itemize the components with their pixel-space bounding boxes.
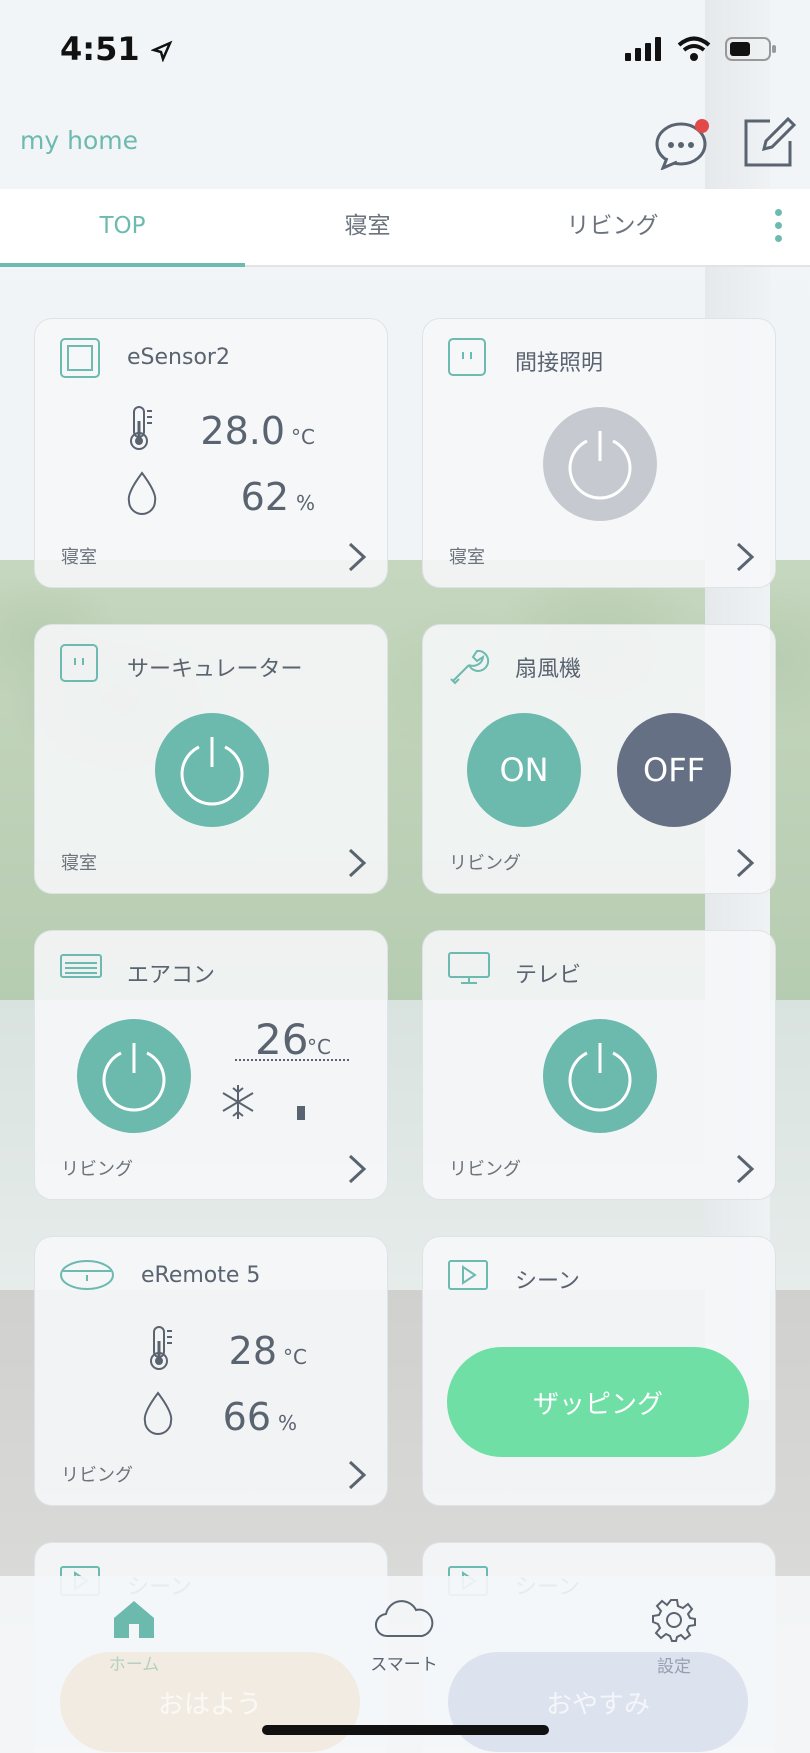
power-button[interactable] <box>155 713 269 827</box>
fan-off-button[interactable]: OFF <box>617 713 731 827</box>
location-arrow-icon <box>150 40 173 63</box>
card-title: エアコン <box>127 963 216 988</box>
chevron-right-icon[interactable] <box>347 1153 367 1185</box>
sensor-device-icon <box>60 338 100 378</box>
humidity-row: 66 % <box>141 1391 361 1441</box>
indirect-light-card[interactable]: 間接照明 寝室 <box>422 318 776 588</box>
power-icon <box>568 431 632 500</box>
status-bar-icons <box>625 36 777 62</box>
plug-icon <box>448 338 486 376</box>
edit-icon[interactable] <box>740 115 796 171</box>
gear-icon <box>652 1599 696 1642</box>
power-icon <box>180 737 244 806</box>
fan-card[interactable]: 扇風機 ON OFF リビング <box>422 624 776 894</box>
chevron-right-icon[interactable] <box>347 847 367 879</box>
fan-speed-indicator <box>297 1106 305 1120</box>
chevron-right-icon[interactable] <box>347 1459 367 1491</box>
humidity-value: 62 <box>240 475 289 519</box>
temperature-unit: °C <box>291 425 315 449</box>
wifi-icon <box>677 36 711 61</box>
humidity-unit: % <box>295 491 315 515</box>
card-room-label: リビング <box>449 853 521 874</box>
chevron-right-icon[interactable] <box>735 541 755 573</box>
card-title: サーキュレーター <box>127 657 303 682</box>
scene-good-morning-button[interactable]: おはよう <box>60 1652 360 1752</box>
power-icon <box>102 1043 166 1112</box>
home-name-title[interactable]: my home <box>20 126 138 155</box>
nav-smart-label: スマート <box>370 1655 438 1675</box>
fan-on-button[interactable]: ON <box>467 713 581 827</box>
power-icon <box>568 1043 632 1112</box>
card-title: テレビ <box>515 963 582 988</box>
card-title: シーン <box>515 1269 580 1294</box>
tv-icon <box>448 952 490 984</box>
water-drop-icon <box>143 1391 173 1435</box>
humidity-row: 62 % <box>125 471 345 521</box>
home-icon <box>114 1601 154 1638</box>
nav-smart[interactable]: スマート <box>344 1598 464 1675</box>
tab-top[interactable]: TOP <box>0 189 245 267</box>
scene-card: シーン ザッピング <box>422 1236 776 1506</box>
snowflake-icon <box>222 1085 254 1119</box>
room-tabs: TOP 寝室 リビング <box>0 189 810 267</box>
card-room-label: リビング <box>61 1159 133 1180</box>
tv-card[interactable]: テレビ リビング <box>422 930 776 1200</box>
air-conditioner-icon <box>60 954 102 978</box>
scene-good-night-button[interactable]: おやすみ <box>448 1652 748 1752</box>
card-title: 間接照明 <box>515 351 604 376</box>
thermometer-icon <box>150 1326 172 1370</box>
temperature-row: 28.0 °C <box>125 405 345 455</box>
temperature-row: 28 °C <box>145 1325 365 1375</box>
esensor-card[interactable]: eSensor2 28.0 °C 62 % 寝室 <box>34 318 388 588</box>
power-button[interactable] <box>77 1019 191 1133</box>
tab-bedroom[interactable]: 寝室 <box>245 189 490 265</box>
temperature-value: 28 <box>228 1329 277 1373</box>
humidity-unit: % <box>277 1411 297 1435</box>
more-options-icon[interactable] <box>774 209 784 248</box>
card-room-label: リビング <box>449 1159 521 1180</box>
chevron-right-icon[interactable] <box>735 1153 755 1185</box>
wrench-icon <box>450 649 490 685</box>
aircon-temp-display[interactable]: 26 °C <box>235 1015 349 1064</box>
aircon-temperature: 26 <box>255 1015 309 1064</box>
temperature-value: 28.0 <box>200 409 285 453</box>
circulator-card[interactable]: サーキュレーター 寝室 <box>34 624 388 894</box>
cloud-icon <box>374 1600 434 1638</box>
thermometer-icon <box>130 406 152 450</box>
chevron-right-icon[interactable] <box>347 541 367 573</box>
play-scene-icon <box>448 1260 488 1290</box>
card-title: 扇風機 <box>515 657 582 682</box>
card-room-label: 寝室 <box>449 547 485 568</box>
card-room-label: 寝室 <box>61 853 97 874</box>
card-room-label: 寝室 <box>61 547 97 568</box>
cellular-signal-icon <box>625 37 661 61</box>
tab-living[interactable]: リビング <box>490 189 735 265</box>
aircon-card[interactable]: エアコン 26 °C リビング <box>34 930 388 1200</box>
card-title: eRemote 5 <box>141 1263 261 1288</box>
chevron-right-icon[interactable] <box>735 847 755 879</box>
eremote-card[interactable]: eRemote 5 28 °C 66 % リビング <box>34 1236 388 1506</box>
temperature-unit: °C <box>283 1345 307 1369</box>
aircon-temp-unit: °C <box>307 1035 331 1059</box>
water-drop-icon <box>127 471 157 515</box>
chat-bubble-icon[interactable] <box>655 118 713 170</box>
plug-icon <box>60 644 98 682</box>
remote-device-icon <box>60 1260 114 1290</box>
power-button[interactable] <box>543 1019 657 1133</box>
scene-zapping-button[interactable]: ザッピング <box>447 1347 749 1457</box>
battery-icon <box>725 37 776 61</box>
status-bar-time: 4:51 <box>60 30 173 68</box>
humidity-value: 66 <box>222 1395 271 1439</box>
card-title: eSensor2 <box>127 345 230 370</box>
home-indicator <box>262 1725 549 1735</box>
power-button[interactable] <box>543 407 657 521</box>
notification-badge <box>695 119 709 133</box>
card-room-label: リビング <box>61 1465 133 1486</box>
